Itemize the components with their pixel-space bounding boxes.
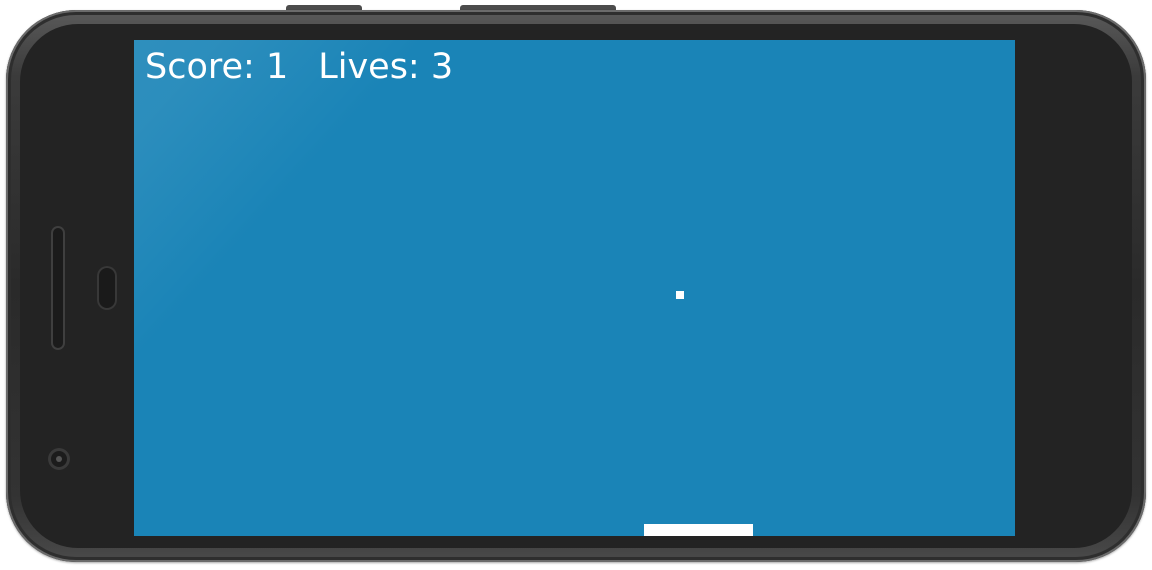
ball: [676, 291, 684, 299]
paddle[interactable]: [644, 524, 753, 536]
front-camera-icon: [48, 448, 70, 470]
screen-glare: [134, 40, 900, 536]
lives-label: Lives: 3: [318, 47, 454, 87]
speaker-grille: [51, 226, 65, 350]
game-screen[interactable]: Score: 1 Lives: 3: [134, 40, 1015, 536]
hud: Score: 1 Lives: 3: [145, 45, 453, 89]
proximity-sensor: [97, 266, 117, 310]
score-label: Score: 1: [145, 47, 289, 87]
page: Score: 1 Lives: 3: [0, 0, 1152, 570]
